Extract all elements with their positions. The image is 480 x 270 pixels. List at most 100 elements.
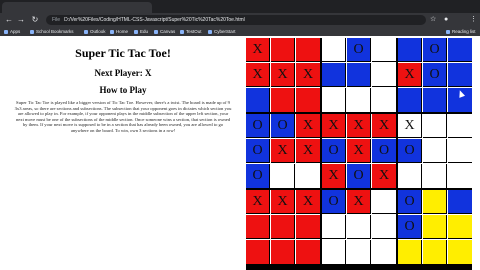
board-cell[interactable] xyxy=(372,88,396,112)
board-cell[interactable] xyxy=(423,164,447,188)
board-cell[interactable] xyxy=(322,38,346,62)
board-cell[interactable] xyxy=(296,215,320,239)
bookmark-edu[interactable]: Edu xyxy=(134,27,148,36)
board-cell[interactable]: O xyxy=(246,139,270,163)
board-cell[interactable] xyxy=(398,88,422,112)
board-cell[interactable]: O xyxy=(347,164,371,188)
bookmark-school[interactable]: School Bookmarks xyxy=(30,27,74,36)
bookmark-cyberstart[interactable]: CyberStart xyxy=(208,27,236,36)
bookmark-apps[interactable]: Apps xyxy=(4,27,20,36)
board-cell[interactable]: X xyxy=(398,114,422,138)
board-cell[interactable] xyxy=(423,139,447,163)
board-cell[interactable] xyxy=(423,190,447,214)
page-viewport: Super Tic Tac Toe! Next Player: X How to… xyxy=(0,36,480,270)
url-path: D:/Ver%20Files/Coding/HTML-CSS-Javascrip… xyxy=(64,17,245,23)
menu-icon[interactable]: ⋮ xyxy=(470,13,477,27)
board-cell[interactable] xyxy=(372,38,396,62)
bookmark-outlook[interactable]: Outlook xyxy=(84,27,106,36)
extension-icon[interactable]: ● xyxy=(444,13,448,27)
board-cell[interactable] xyxy=(271,38,295,62)
bookmark-canvas[interactable]: Canvas xyxy=(154,27,175,36)
edu-icon xyxy=(134,29,138,34)
board-cell[interactable] xyxy=(322,240,346,264)
board-cell[interactable]: O xyxy=(322,190,346,214)
bookmark-home[interactable]: Home xyxy=(110,27,128,36)
board-cell[interactable]: X xyxy=(296,190,320,214)
board-cell[interactable] xyxy=(347,88,371,112)
browser-tab[interactable] xyxy=(2,2,152,13)
board-cell[interactable]: O xyxy=(398,190,422,214)
board-cell[interactable]: X xyxy=(398,63,422,87)
board-cell[interactable] xyxy=(246,215,270,239)
board-cell[interactable] xyxy=(347,240,371,264)
board-cell[interactable]: X xyxy=(246,190,270,214)
board-cell[interactable] xyxy=(448,215,472,239)
board-cell[interactable] xyxy=(322,63,346,87)
board-cell[interactable]: X xyxy=(271,190,295,214)
board-cell[interactable] xyxy=(448,240,472,264)
board-cell[interactable]: X xyxy=(347,139,371,163)
board-cell[interactable] xyxy=(398,164,422,188)
reload-icon[interactable]: ↻ xyxy=(30,13,40,27)
board-cell[interactable] xyxy=(398,38,422,62)
board-cell[interactable] xyxy=(448,139,472,163)
board-cell[interactable] xyxy=(296,88,320,112)
back-icon[interactable]: ← xyxy=(4,13,14,27)
board-cell[interactable]: X xyxy=(322,164,346,188)
board-cell[interactable] xyxy=(372,215,396,239)
board-cell[interactable]: X xyxy=(271,139,295,163)
board-cell[interactable]: X xyxy=(246,38,270,62)
board-cell[interactable] xyxy=(423,240,447,264)
board-cell[interactable] xyxy=(423,88,447,112)
board-cell[interactable] xyxy=(322,215,346,239)
board-cell[interactable] xyxy=(271,215,295,239)
board-cell[interactable]: X xyxy=(296,139,320,163)
board-cell[interactable]: X xyxy=(372,114,396,138)
board-cell[interactable]: X xyxy=(271,63,295,87)
board-cell[interactable] xyxy=(246,240,270,264)
board-cell[interactable] xyxy=(448,114,472,138)
board-cell[interactable] xyxy=(423,215,447,239)
board-cell[interactable] xyxy=(296,240,320,264)
board-cell[interactable]: X xyxy=(322,114,346,138)
board-cell[interactable] xyxy=(423,114,447,138)
board-cell[interactable]: X xyxy=(296,63,320,87)
board-cell[interactable] xyxy=(372,63,396,87)
board-cell[interactable] xyxy=(448,164,472,188)
bookmark-star-icon[interactable]: ☆ xyxy=(430,13,436,27)
board-cell[interactable] xyxy=(448,63,472,87)
board-cell[interactable]: O xyxy=(423,38,447,62)
board-cell[interactable]: O xyxy=(423,63,447,87)
board-cell[interactable]: O xyxy=(322,139,346,163)
board-cell[interactable]: O xyxy=(246,114,270,138)
board-cell[interactable] xyxy=(448,38,472,62)
board-cell[interactable] xyxy=(347,63,371,87)
board-cell[interactable] xyxy=(372,240,396,264)
board-cell[interactable]: X xyxy=(246,63,270,87)
forward-icon[interactable]: → xyxy=(16,13,26,27)
board-cell[interactable]: O xyxy=(372,139,396,163)
board-cell[interactable]: X xyxy=(347,190,371,214)
board-cell[interactable]: O xyxy=(347,38,371,62)
board-cell[interactable] xyxy=(347,215,371,239)
board-cell[interactable] xyxy=(398,240,422,264)
board-cell[interactable] xyxy=(372,190,396,214)
board-cell[interactable] xyxy=(322,88,346,112)
board-cell[interactable] xyxy=(296,38,320,62)
board-cell[interactable]: X xyxy=(347,114,371,138)
home-icon xyxy=(110,29,114,34)
bookmark-testout[interactable]: TestOut xyxy=(180,27,202,36)
board-cell[interactable] xyxy=(271,164,295,188)
board-cell[interactable]: O xyxy=(398,215,422,239)
board-cell[interactable]: O xyxy=(398,139,422,163)
board-cell[interactable]: O xyxy=(271,114,295,138)
board-cell[interactable] xyxy=(296,164,320,188)
board-cell[interactable] xyxy=(271,240,295,264)
board-cell[interactable]: X xyxy=(296,114,320,138)
board-cell[interactable] xyxy=(271,88,295,112)
board-cell[interactable] xyxy=(246,88,270,112)
board-cell[interactable]: O xyxy=(246,164,270,188)
board-cell[interactable] xyxy=(448,190,472,214)
board-cell[interactable]: X xyxy=(372,164,396,188)
reading-list[interactable]: Reading list xyxy=(446,27,476,36)
